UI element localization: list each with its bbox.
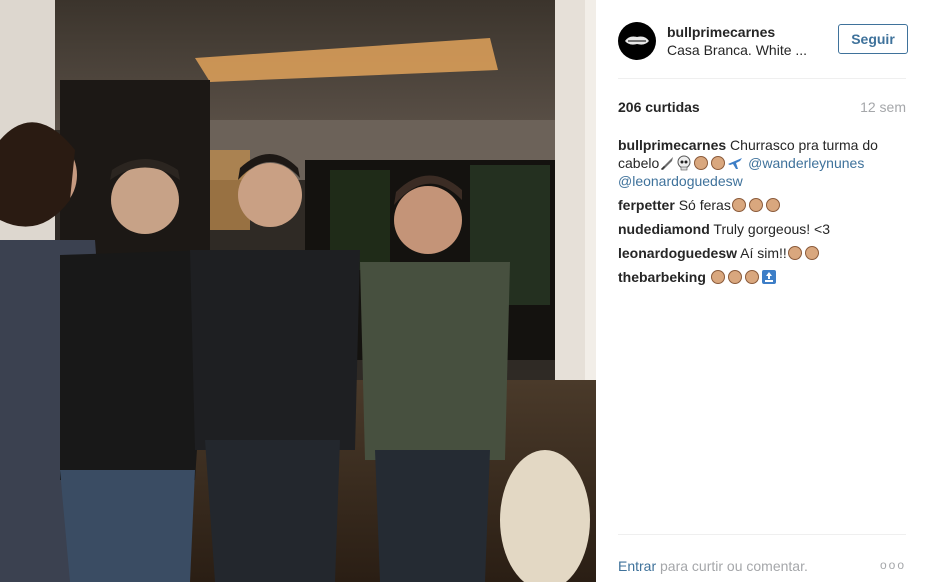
airplane-icon xyxy=(728,158,743,169)
comment: thebarbeking xyxy=(618,268,906,286)
clap-icon xyxy=(710,270,725,284)
header-location[interactable]: Casa Branca. White ... xyxy=(667,41,817,59)
post-header: bullprimecarnes Casa Branca. White ... S… xyxy=(618,18,908,64)
clap-icon xyxy=(787,246,802,260)
likes-count[interactable]: 206 curtidas xyxy=(618,99,700,115)
clap-icon xyxy=(748,198,763,212)
more-options-icon[interactable]: ooo xyxy=(880,558,906,574)
enter-link[interactable]: Entrar xyxy=(618,558,656,574)
clap-icon xyxy=(727,270,742,284)
comment-username[interactable]: nudediamond xyxy=(618,221,710,237)
comment-username[interactable]: bullprimecarnes xyxy=(618,137,726,153)
clap-icon xyxy=(694,156,709,170)
post-photo[interactable] xyxy=(0,0,596,582)
follow-button[interactable]: Seguir xyxy=(838,24,908,54)
prompt-text: para curtir ou comentar. xyxy=(660,558,808,574)
mention-link[interactable]: @wanderleynunes xyxy=(748,155,864,171)
post-side-panel: bullprimecarnes Casa Branca. White ... S… xyxy=(596,0,930,582)
comment: ferpetter Só feras xyxy=(618,196,906,214)
avatar[interactable] xyxy=(618,22,656,60)
comment-username[interactable]: ferpetter xyxy=(618,197,675,213)
top-arrow-icon xyxy=(761,270,776,284)
clap-icon xyxy=(804,246,819,260)
comment: leonardoguedesw Aí sim!! xyxy=(618,244,906,262)
comments-list: bullprimecarnes Churrasco pra turma do c… xyxy=(618,136,906,292)
clap-icon xyxy=(765,198,780,212)
footer-divider xyxy=(618,534,906,535)
avatar-logo-icon xyxy=(625,36,649,45)
comment-text: Aí sim!! xyxy=(740,245,787,261)
likes-row: 206 curtidas 12 sem xyxy=(618,99,906,115)
clap-icon xyxy=(744,270,759,284)
comment-caption: bullprimecarnes Churrasco pra turma do c… xyxy=(618,136,906,190)
knife-icon xyxy=(661,157,674,170)
comment-username[interactable]: thebarbeking xyxy=(618,269,706,285)
post-time[interactable]: 12 sem xyxy=(860,99,906,115)
comment-text: Só feras xyxy=(678,197,731,213)
login-prompt: Entrar para curtir ou comentar. xyxy=(618,558,808,574)
post-window: bullprimecarnes Casa Branca. White ... S… xyxy=(0,0,930,582)
comment: nudediamond Truly gorgeous! <3 xyxy=(618,220,906,238)
comment-username[interactable]: leonardoguedesw xyxy=(618,245,737,261)
skull-icon xyxy=(677,155,691,171)
header-username[interactable]: bullprimecarnes xyxy=(667,23,817,41)
comment-text: Truly gorgeous! <3 xyxy=(713,221,831,237)
post-footer: Entrar para curtir ou comentar. ooo xyxy=(618,558,906,574)
header-text: bullprimecarnes Casa Branca. White ... xyxy=(667,23,817,59)
photo-illustration xyxy=(0,0,596,582)
clap-icon xyxy=(731,198,746,212)
mention-link[interactable]: @leonardoguedesw xyxy=(618,173,743,189)
header-divider xyxy=(618,78,906,79)
clap-icon xyxy=(711,156,726,170)
